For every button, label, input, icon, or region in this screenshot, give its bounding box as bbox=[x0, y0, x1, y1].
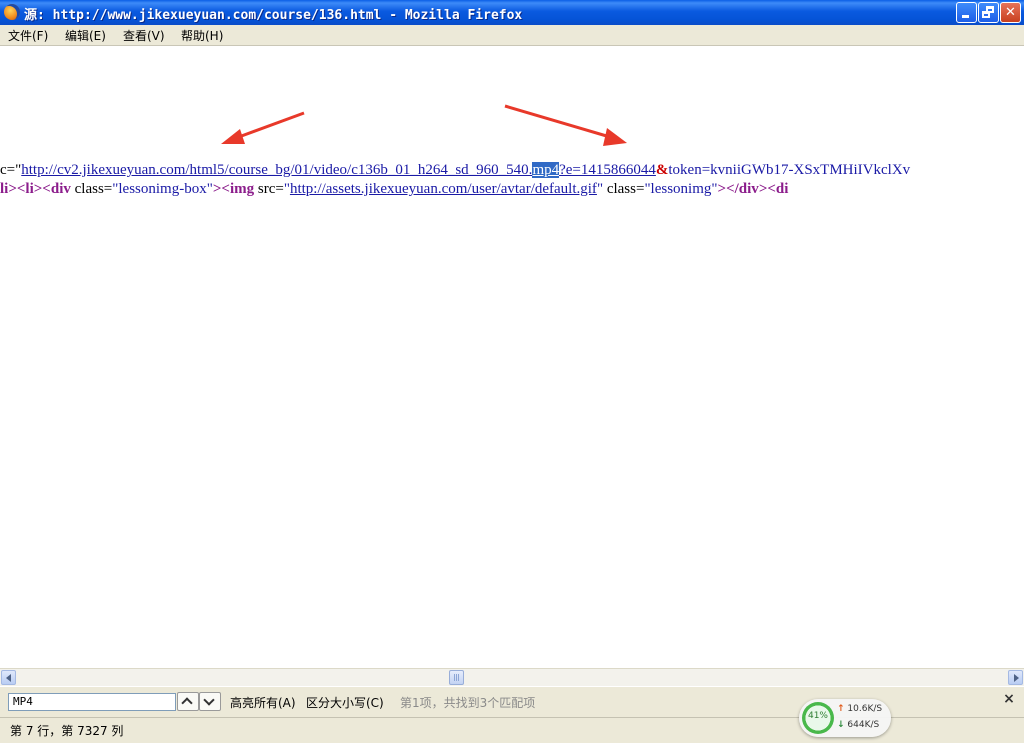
find-previous-button[interactable] bbox=[177, 692, 199, 711]
menu-help[interactable]: 帮助(H) bbox=[181, 27, 223, 44]
usage-percent: 41% bbox=[807, 711, 828, 721]
menu-bar: 文件(F) 编辑(E) 查看(V) 帮助(H) bbox=[0, 25, 1024, 46]
video-url-link[interactable]: http://cv2.jikexueyuan.com/html5/course_… bbox=[21, 162, 656, 178]
window-title: 源: http://www.jikexueyuan.com/course/136… bbox=[24, 8, 523, 23]
scroll-left-button[interactable] bbox=[1, 670, 16, 685]
download-speed: ↓ 644K/S bbox=[837, 720, 879, 730]
scroll-right-button[interactable] bbox=[1008, 670, 1023, 685]
chevron-down-icon bbox=[203, 694, 215, 706]
token-text: token=kvniiGWb17-XSxTMHiIVkclXv bbox=[668, 162, 911, 178]
annotation-arrows bbox=[221, 104, 627, 146]
tag-text: li><li>< bbox=[0, 181, 51, 197]
grip-icon bbox=[454, 674, 459, 681]
maximize-button[interactable] bbox=[978, 2, 999, 23]
attr-text: class= bbox=[70, 181, 113, 197]
tag-text: di bbox=[775, 181, 789, 197]
find-input[interactable]: MP4 bbox=[8, 693, 176, 711]
tag-text: div bbox=[738, 181, 759, 197]
url-query-text: ?e=1415866044 bbox=[559, 162, 656, 178]
menu-edit[interactable]: 编辑(E) bbox=[65, 27, 106, 44]
attr-value-text: "lessonimg-box" bbox=[112, 181, 213, 197]
source-line-2: li><li><div class="lessonimg-box"><img s… bbox=[0, 181, 788, 198]
arrow-right-icon bbox=[1014, 674, 1019, 682]
firefox-icon bbox=[4, 4, 20, 20]
minimize-icon bbox=[962, 15, 969, 18]
arrow-right-icon bbox=[504, 104, 627, 146]
arrow-left-icon bbox=[6, 674, 11, 682]
menu-file[interactable]: 文件(F) bbox=[8, 27, 48, 44]
attr-text: c= bbox=[0, 162, 16, 178]
find-next-button[interactable] bbox=[199, 692, 221, 711]
source-view[interactable]: c="http://cv2.jikexueyuan.com/html5/cour… bbox=[0, 46, 1024, 668]
arrow-left-icon bbox=[221, 111, 305, 144]
arrow-down-icon: ↓ bbox=[837, 720, 845, 730]
search-highlight: mp4 bbox=[532, 162, 560, 178]
close-findbar-button[interactable]: × bbox=[1001, 691, 1017, 709]
download-speed-value: 644K/S bbox=[847, 720, 880, 730]
tag-text: ></ bbox=[717, 181, 739, 197]
arrow-up-icon: ↑ bbox=[837, 704, 845, 714]
tag-text: img bbox=[229, 181, 255, 197]
horizontal-scrollbar[interactable] bbox=[0, 668, 1024, 686]
title-bar[interactable]: 源: http://www.jikexueyuan.com/course/136… bbox=[0, 0, 1024, 25]
find-status: 第1项，共找到3个匹配项 bbox=[400, 696, 536, 710]
minimize-button[interactable] bbox=[956, 2, 977, 23]
scrollbar-thumb[interactable] bbox=[449, 670, 464, 685]
avatar-url-link[interactable]: http://assets.jikexueyuan.com/user/avtar… bbox=[290, 181, 597, 197]
url-text: http://cv2.jikexueyuan.com/html5/course_… bbox=[21, 162, 533, 178]
highlight-all-button[interactable]: 高亮所有(A) bbox=[230, 694, 296, 711]
close-icon: ✕ bbox=[1005, 5, 1016, 20]
source-line-1: c="http://cv2.jikexueyuan.com/html5/cour… bbox=[0, 162, 910, 179]
entity-text: & bbox=[655, 162, 669, 178]
attr-text: class= bbox=[603, 181, 645, 197]
tag-text: >< bbox=[758, 181, 776, 197]
network-speed-widget[interactable]: 41% ↑ 10.6K/S ↓ 644K/S bbox=[799, 699, 891, 737]
attr-text: src= bbox=[254, 181, 284, 197]
cursor-position: 第 7 行，第 7327 列 bbox=[10, 724, 124, 738]
upload-speed: ↑ 10.6K/S bbox=[837, 704, 882, 714]
upload-speed-value: 10.6K/S bbox=[847, 704, 883, 714]
chevron-up-icon bbox=[181, 697, 193, 709]
attr-value-text: "lessonimg" bbox=[644, 181, 718, 197]
menu-view[interactable]: 查看(V) bbox=[123, 27, 165, 44]
close-window-button[interactable]: ✕ bbox=[1000, 2, 1021, 23]
match-case-checkbox[interactable]: 区分大小写(C) bbox=[306, 694, 384, 711]
tag-text: div bbox=[50, 181, 71, 197]
tag-text: >< bbox=[212, 181, 230, 197]
